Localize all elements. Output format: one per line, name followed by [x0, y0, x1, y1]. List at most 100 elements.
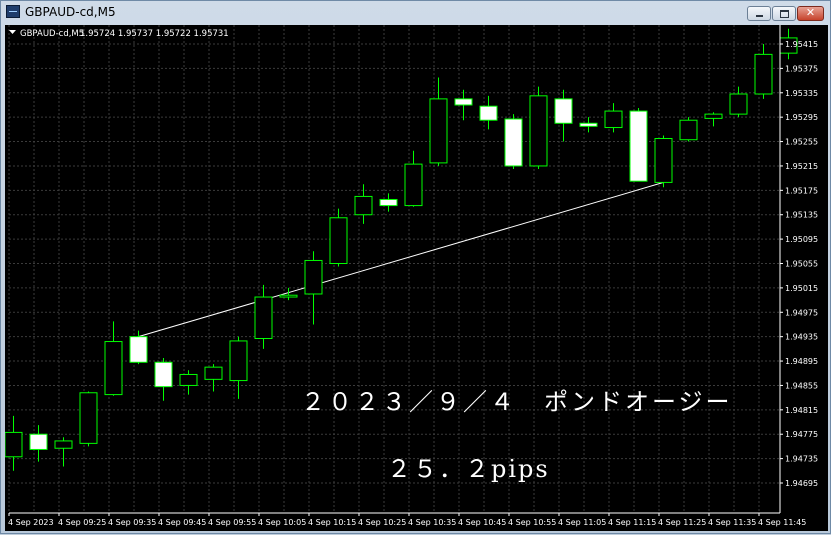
title-bar[interactable]: GBPAUD-cd,M5 ✕: [1, 1, 830, 23]
overlay-date-pair-text: ２０２３／９／４ ポンドオージー: [301, 388, 733, 416]
candle-body-bull: [604, 110, 623, 129]
x-tick-label: 4 Sep 09:25: [58, 518, 106, 527]
candle: [429, 77, 448, 166]
candle-body-bear: [504, 118, 523, 167]
candle: [579, 117, 598, 133]
chart-ohlc-values: 1.95724 1.95737 1.95722 1.95731: [80, 29, 229, 39]
candle-body-bull: [404, 163, 423, 207]
candle: [754, 44, 773, 99]
candle: [729, 86, 748, 118]
window-title: GBPAUD-cd,M5: [25, 5, 116, 19]
candle: [529, 86, 548, 169]
candle-body-bear: [554, 98, 573, 124]
y-tick-label: 1.95335: [785, 89, 818, 98]
overlay-pips-text: ２５．２pips: [387, 455, 550, 483]
candle: [554, 89, 573, 142]
x-tick-label: 4 Sep 11:05: [558, 518, 606, 527]
candle: [629, 108, 648, 182]
x-tick-label: 4 Sep 11:45: [758, 518, 806, 527]
y-tick-label: 1.95415: [785, 40, 818, 49]
y-tick-label: 1.94895: [785, 357, 818, 366]
candle-body-bear: [454, 98, 473, 106]
candle-body-bull: [704, 113, 723, 119]
x-tick-label: 4 Sep 10:45: [458, 518, 506, 527]
y-tick-label: 1.95295: [785, 113, 818, 122]
candle: [654, 135, 673, 188]
y-tick-label: 1.94855: [785, 381, 818, 390]
candle-body-bear: [629, 110, 648, 182]
candle: [454, 89, 473, 121]
candle-body-bull: [229, 340, 248, 382]
y-tick-label: 1.95175: [785, 186, 818, 195]
y-tick-label: 1.95375: [785, 64, 818, 73]
candle: [179, 370, 198, 395]
candle: [329, 208, 348, 267]
candle: [504, 114, 523, 169]
minimize-button[interactable]: [747, 6, 771, 21]
candle: [79, 391, 98, 447]
candle: [254, 284, 273, 349]
y-tick-label: 1.94935: [785, 333, 818, 342]
x-tick-label: 4 Sep 10:35: [408, 518, 456, 527]
candle-body-bull: [654, 138, 673, 183]
candle-body-bear: [129, 336, 148, 363]
x-tick-label: 4 Sep 10:25: [358, 518, 406, 527]
y-tick-label: 1.95215: [785, 162, 818, 171]
y-tick-label: 1.94815: [785, 406, 818, 415]
candle-body-bear: [479, 105, 498, 121]
chart-collapse-triangle-icon[interactable]: [9, 30, 16, 34]
candle-body-bear: [579, 122, 598, 127]
candle-body-bull: [304, 259, 323, 295]
chart-window-icon: [6, 5, 20, 18]
candle-body-bear: [29, 433, 48, 450]
candle-body-bull: [329, 217, 348, 264]
chart-canvas[interactable]: 1.95415 1.95375 1.95335 1.95295 1.95255 1.952…: [4, 25, 828, 531]
candle: [29, 425, 48, 462]
y-tick-label: 1.95055: [785, 260, 818, 269]
candle: [229, 336, 248, 399]
candle: [404, 150, 423, 207]
candle: [104, 321, 123, 396]
candle: [704, 112, 723, 127]
y-tick-label: 1.95015: [785, 284, 818, 293]
y-tick-label: 1.95095: [785, 235, 818, 244]
candle-body-bull: [54, 440, 73, 449]
candle-body-bull: [354, 195, 373, 216]
candle-body-bear: [154, 361, 173, 388]
candle-body-bull: [204, 366, 223, 380]
x-tick-label: 4 Sep 10:05: [258, 518, 306, 527]
x-tick-label: 4 Sep 11:25: [658, 518, 706, 527]
candle-body-bull: [754, 53, 773, 95]
candle-body-bull: [729, 93, 748, 115]
candle: [154, 358, 173, 401]
candle: [54, 437, 73, 467]
candle-body-bull: [4, 431, 23, 458]
candle: [4, 415, 23, 471]
candle-body-bull: [679, 119, 698, 141]
x-tick-label: 4 Sep 11:15: [608, 518, 656, 527]
candle-body-bull: [179, 373, 198, 386]
x-tick-label: 4 Sep 09:55: [208, 518, 256, 527]
x-tick-label: 4 Sep 09:35: [108, 518, 156, 527]
chart-symbol-label: GBPAUD-cd,M5: [20, 29, 84, 39]
candle-body-bull: [279, 294, 298, 298]
y-tick-label: 1.94975: [785, 308, 818, 317]
candle-body-bull: [79, 392, 98, 444]
candle: [604, 103, 623, 133]
x-tick-label: 4 Sep 09:45: [158, 518, 206, 527]
y-tick-label: 1.94775: [785, 430, 818, 439]
close-icon: ✕: [805, 6, 816, 19]
candle-body-bull: [429, 98, 448, 164]
y-tick-label: 1.94735: [785, 455, 818, 464]
maximize-button[interactable]: [772, 6, 796, 21]
trendline[interactable]: [138, 181, 664, 338]
close-button[interactable]: ✕: [797, 6, 824, 21]
y-tick-label: 1.95135: [785, 211, 818, 220]
candle: [304, 251, 323, 325]
candle: [204, 364, 223, 392]
candle-body-bear: [379, 198, 398, 207]
candle: [679, 117, 698, 142]
candle-body-bull: [104, 341, 123, 396]
x-tick-label: 4 Sep 11:35: [708, 518, 756, 527]
candle: [479, 95, 498, 130]
